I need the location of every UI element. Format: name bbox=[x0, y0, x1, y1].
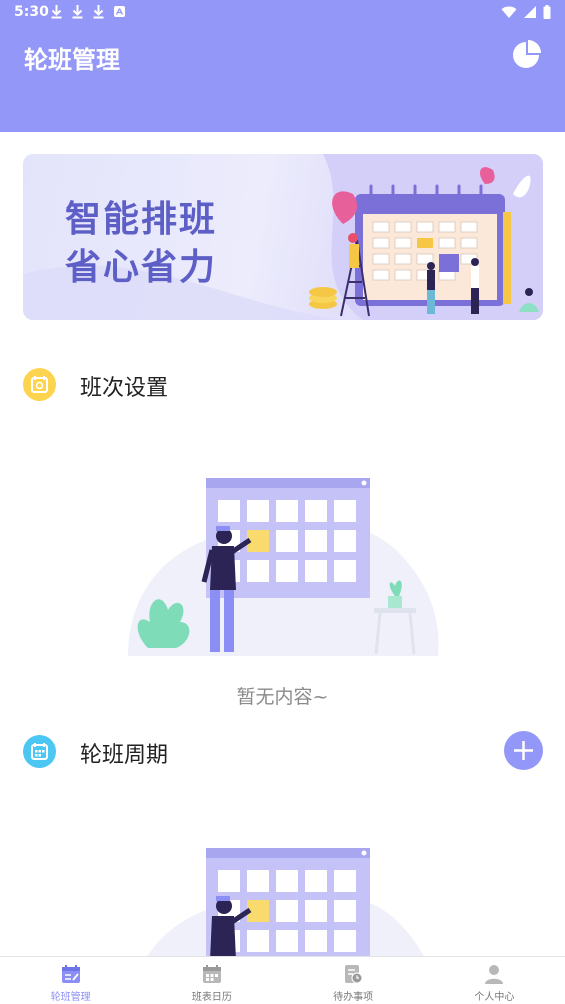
banner-headline: 智能排班 bbox=[65, 199, 218, 240]
section-title: 班次设置 bbox=[80, 376, 169, 401]
shift-settings-header: 班次设置 bbox=[23, 364, 543, 404]
user-icon bbox=[485, 965, 504, 984]
calendar-icon bbox=[202, 965, 221, 983]
download-icon bbox=[50, 4, 63, 19]
nav-item-profile[interactable]: 个人中心 bbox=[424, 957, 565, 1004]
nav-item-todo[interactable]: 待办事项 bbox=[283, 957, 424, 1004]
add-cycle-button[interactable] bbox=[504, 731, 543, 770]
download-icon bbox=[92, 4, 105, 19]
nav-label: 个人中心 bbox=[474, 992, 515, 1003]
calendar-edit-icon bbox=[61, 965, 80, 983]
signal-icon bbox=[524, 6, 536, 18]
status-time: 5:30 bbox=[14, 4, 49, 20]
app-store-icon bbox=[113, 4, 126, 19]
todo-clock-icon bbox=[345, 965, 363, 984]
screen: 5:30 轮班管理 智能排班 省心省力 班次设置 暂无内容~ 轮班周期 轮班管理… bbox=[0, 0, 565, 1004]
download-icon bbox=[71, 4, 84, 19]
status-bar: 5:30 bbox=[0, 0, 565, 26]
app-header: 5:30 轮班管理 bbox=[0, 0, 565, 132]
empty-state-illustration bbox=[128, 478, 439, 656]
pie-chart-icon[interactable] bbox=[509, 38, 543, 72]
nav-label: 待办事项 bbox=[333, 992, 374, 1003]
clock-calendar-icon bbox=[23, 368, 56, 401]
calendar-grid-icon bbox=[23, 735, 56, 768]
system-icons bbox=[501, 5, 551, 19]
promo-banner[interactable]: 智能排班 省心省力 bbox=[23, 154, 543, 320]
page-title: 轮班管理 bbox=[24, 46, 120, 74]
nav-label: 班表日历 bbox=[191, 992, 232, 1003]
battery-icon bbox=[543, 5, 551, 19]
section-title: 轮班周期 bbox=[80, 743, 169, 768]
bottom-navigation: 轮班管理 班表日历 待办事项 个人中心 bbox=[0, 956, 565, 1004]
plus-icon bbox=[514, 741, 533, 760]
empty-state-text: 暂无内容~ bbox=[236, 686, 329, 708]
notification-icons bbox=[50, 4, 126, 19]
rotation-cycle-header: 轮班周期 bbox=[23, 731, 543, 771]
wifi-icon bbox=[501, 6, 517, 18]
nav-item-shift-management[interactable]: 轮班管理 bbox=[0, 957, 141, 1004]
nav-item-schedule-calendar[interactable]: 班表日历 bbox=[141, 957, 282, 1004]
banner-subheadline: 省心省力 bbox=[65, 247, 218, 288]
nav-label: 轮班管理 bbox=[50, 992, 91, 1003]
